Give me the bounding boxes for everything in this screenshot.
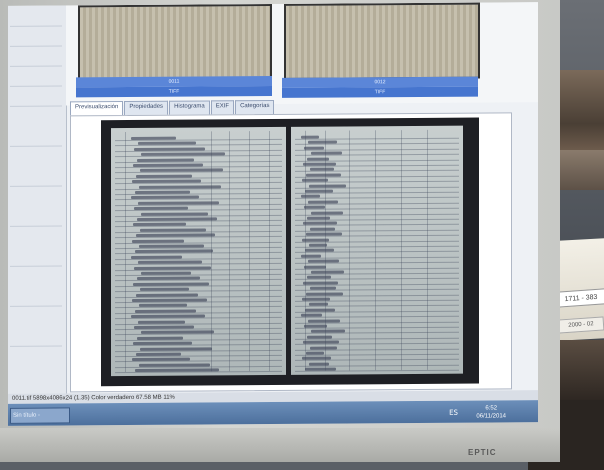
handwriting-stroke — [309, 362, 329, 366]
handwriting-stroke — [304, 265, 326, 269]
handwriting-stroke — [141, 212, 208, 216]
handwriting-stroke — [137, 217, 217, 221]
handwriting-stroke — [307, 335, 332, 339]
handwriting-stroke — [136, 293, 198, 297]
handwriting-stroke — [305, 367, 336, 371]
handwriting-stroke — [131, 255, 182, 259]
handwriting-stroke — [136, 174, 192, 178]
handwriting-stroke — [303, 281, 338, 285]
monitor-bezel: 0011 TIFF 0012 TIFF Previsualización Pro… — [0, 0, 560, 462]
handwriting-stroke — [306, 173, 341, 177]
ledger-rule — [295, 137, 459, 140]
handwriting-stroke — [311, 151, 342, 155]
ledger-column-rule — [229, 131, 230, 372]
tab-preview[interactable]: Previsualización — [70, 101, 124, 116]
handwriting-stroke — [134, 147, 205, 151]
tray-language[interactable]: ES — [449, 409, 458, 417]
handwriting-stroke — [301, 135, 319, 139]
ledger-rule — [115, 273, 282, 277]
thumbnail-format-0011: TIFF — [76, 86, 272, 98]
ledger-column-rule — [349, 130, 350, 371]
handwriting-stroke — [310, 346, 337, 350]
ledger-rule — [115, 333, 282, 336]
handwriting-stroke — [311, 270, 344, 274]
ledger-column-rule — [269, 131, 270, 372]
box-label: 1711 - 383 — [555, 288, 604, 308]
handwriting-stroke — [309, 184, 346, 188]
handwriting-stroke — [140, 228, 206, 232]
handwriting-stroke — [139, 363, 210, 367]
handwriting-stroke — [133, 163, 203, 167]
handwriting-stroke — [134, 266, 211, 270]
handwriting-stroke — [138, 320, 185, 324]
ledger-column-rule — [125, 132, 126, 373]
thumbnail-0011[interactable] — [78, 4, 272, 82]
handwriting-stroke — [305, 308, 335, 312]
handwriting-stroke — [133, 282, 209, 286]
tab-categories[interactable]: Categorías — [235, 99, 275, 115]
ledger-column-rule — [325, 130, 326, 371]
handwriting-stroke — [140, 347, 212, 351]
ledger-scan — [101, 117, 479, 387]
handwriting-stroke — [304, 146, 324, 150]
monitor-brand: EPTIC — [468, 448, 497, 457]
thumbnail-0012[interactable] — [284, 2, 480, 80]
ledger-column-rule — [249, 131, 250, 372]
ledger-column-rule — [305, 130, 306, 371]
ledger-left-page — [111, 126, 286, 377]
thumbnail-strip: 0011 TIFF 0012 TIFF — [66, 2, 538, 106]
taskbar: Sin título - Hojaplana... ES 6:52 06/11/… — [8, 400, 538, 426]
tab-properties[interactable]: Propiedades — [124, 100, 169, 116]
handwriting-stroke — [132, 239, 184, 243]
handwriting-stroke — [137, 158, 194, 162]
handwriting-stroke — [139, 244, 204, 248]
handwriting-stroke — [135, 190, 190, 194]
handwriting-stroke — [135, 309, 196, 313]
viewer-tabs: Previsualización Propiedades Histograma … — [70, 99, 275, 116]
tray-clock[interactable]: 6:52 06/11/2014 — [476, 404, 506, 420]
ledger-column-rule — [211, 131, 212, 372]
handwriting-stroke — [308, 259, 339, 263]
handwriting-stroke — [306, 351, 324, 355]
handwriting-stroke — [141, 271, 191, 275]
tab-histogram[interactable]: Histograma — [169, 100, 210, 115]
handwriting-stroke — [304, 205, 325, 209]
handwriting-stroke — [134, 325, 194, 329]
handwriting-stroke — [137, 336, 183, 340]
handwriting-stroke — [138, 201, 219, 205]
clock-date: 06/11/2014 — [476, 413, 506, 420]
handwriting-stroke — [310, 286, 336, 290]
handwriting-stroke — [303, 162, 336, 166]
ledger-column-rule — [401, 130, 402, 371]
handwriting-stroke — [140, 287, 189, 292]
clock-time: 6:52 — [485, 405, 498, 412]
tab-exif[interactable]: EXIF — [210, 100, 235, 115]
handwriting-stroke — [134, 206, 188, 211]
handwriting-stroke — [311, 211, 343, 215]
handwriting-stroke — [132, 298, 207, 302]
handwriting-stroke — [305, 189, 333, 193]
handwriting-stroke — [139, 184, 221, 189]
handwriting-stroke — [308, 319, 340, 323]
ledger-column-rule — [427, 129, 428, 370]
handwriting-stroke — [133, 341, 192, 346]
handwriting-stroke — [303, 340, 339, 344]
folder-tree-pane — [8, 5, 67, 396]
handwriting-stroke — [310, 227, 335, 231]
thumbnail-format-0012: TIFF — [282, 86, 478, 98]
handwriting-stroke — [301, 254, 321, 258]
handwriting-stroke — [308, 200, 338, 204]
handwriting-stroke — [304, 324, 327, 328]
image-preview-panel[interactable] — [70, 112, 512, 393]
ledger-column-rule — [375, 130, 376, 371]
monitor-screen: 0011 TIFF 0012 TIFF Previsualización Pro… — [8, 2, 538, 426]
handwriting-stroke — [306, 232, 342, 236]
ledger-right-page — [291, 125, 463, 375]
taskbar-window-button[interactable]: Sin título - Hojaplana... — [10, 407, 70, 424]
handwriting-stroke — [307, 216, 330, 220]
handwriting-stroke — [136, 352, 181, 356]
handwriting-stroke — [131, 136, 176, 140]
